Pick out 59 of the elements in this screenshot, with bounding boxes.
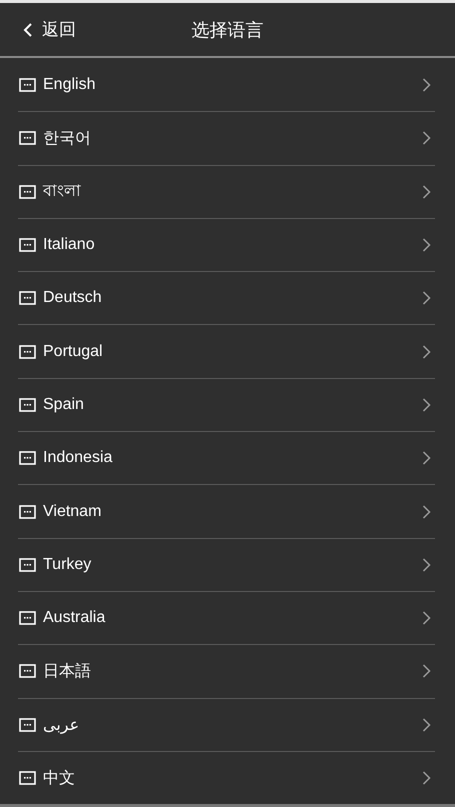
chevron-right-icon — [422, 130, 431, 146]
chevron-right-icon — [422, 237, 431, 254]
language-item[interactable]: Portugal — [18, 324, 435, 378]
language-label: 中文 — [43, 768, 76, 788]
chevron-right-icon — [422, 344, 431, 360]
language-label: عربى — [43, 716, 80, 735]
back-icon — [23, 22, 33, 38]
keyboard-icon — [19, 611, 36, 626]
language-item[interactable]: Deutsch — [18, 271, 435, 324]
keyboard-icon — [19, 718, 36, 732]
language-item[interactable]: Australia — [18, 590, 435, 644]
back-button[interactable]: 返回 — [0, 18, 76, 41]
language-label: Italiano — [43, 236, 96, 254]
chevron-right-icon — [422, 504, 431, 520]
keyboard-icon — [19, 664, 36, 678]
chevron-right-icon — [422, 184, 431, 200]
chevron-right-icon — [422, 450, 431, 466]
language-item[interactable]: Vietnam — [18, 484, 435, 538]
keyboard-icon — [19, 131, 36, 146]
language-label: English — [43, 76, 96, 94]
language-label: Vietnam — [43, 502, 102, 521]
language-item[interactable]: Indonesia — [18, 431, 435, 484]
language-label: Turkey — [43, 556, 92, 574]
language-label: Australia — [43, 609, 106, 628]
language-item[interactable]: 中文 — [18, 750, 435, 804]
chevron-right-icon — [422, 663, 431, 680]
language-item[interactable]: 한국어 — [18, 111, 435, 165]
language-item[interactable]: Spain — [18, 378, 435, 432]
language-label: Portugal — [43, 342, 104, 361]
keyboard-icon — [19, 184, 36, 199]
language-label: 한국어 — [43, 128, 92, 149]
keyboard-icon — [19, 558, 36, 572]
language-label: Spain — [43, 396, 85, 414]
chevron-right-icon — [422, 290, 431, 306]
page-title: 选择语言 — [192, 18, 264, 42]
keyboard-icon — [19, 291, 36, 306]
language-label: Indonesia — [43, 449, 114, 468]
language-item[interactable]: Turkey — [18, 538, 435, 591]
keyboard-icon — [19, 238, 36, 252]
language-label: বাংলা — [43, 182, 82, 202]
keyboard-icon — [19, 771, 36, 785]
language-item[interactable]: Italiano — [18, 218, 435, 272]
keyboard-icon — [19, 504, 36, 519]
keyboard-icon — [19, 398, 36, 412]
keyboard-icon — [19, 451, 36, 466]
language-label: Deutsch — [43, 289, 103, 308]
chevron-right-icon — [422, 76, 431, 93]
chevron-right-icon — [422, 556, 431, 573]
language-label: 日本語 — [43, 662, 92, 682]
keyboard-icon — [19, 78, 36, 92]
language-item[interactable]: বাংলা — [18, 164, 435, 218]
chevron-right-icon — [422, 770, 431, 786]
chevron-right-icon — [422, 716, 431, 733]
keyboard-icon — [19, 344, 36, 359]
language-item[interactable]: عربى — [18, 698, 435, 751]
chevron-right-icon — [422, 396, 431, 413]
language-item[interactable]: English — [18, 58, 435, 112]
chevron-right-icon — [422, 610, 431, 626]
language-item[interactable]: 日本語 — [18, 644, 435, 698]
